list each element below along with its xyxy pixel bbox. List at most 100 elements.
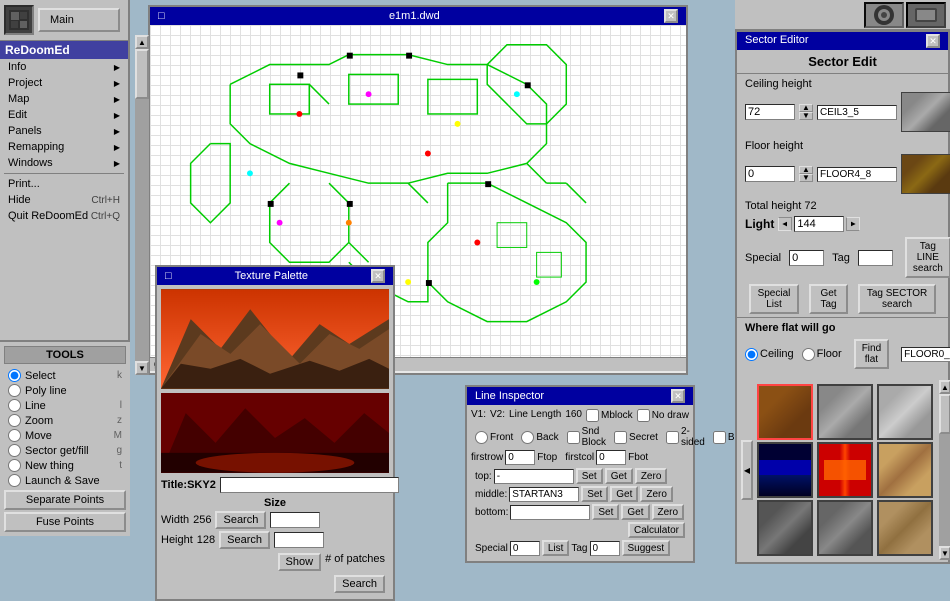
minimize-icon[interactable]: □ xyxy=(158,10,165,22)
main-search-button[interactable]: Search xyxy=(334,575,385,593)
scroll-thumb[interactable] xyxy=(939,394,950,434)
floor-texture-input[interactable] xyxy=(817,167,897,182)
menu-info[interactable]: Info ▶ xyxy=(0,59,128,75)
firstrow-input[interactable] xyxy=(505,450,535,465)
ceiling-down-btn[interactable]: ▼ xyxy=(799,112,813,120)
palette-minimize[interactable]: □ xyxy=(165,270,172,282)
scroll-up-btn[interactable]: ▲ xyxy=(939,380,950,394)
tool-move-radio[interactable] xyxy=(8,429,21,442)
special-sector-input[interactable] xyxy=(789,250,824,266)
height-search-input[interactable] xyxy=(274,532,324,548)
tool-newthing[interactable]: New thing t xyxy=(4,458,126,473)
top-set-button[interactable]: Set xyxy=(576,468,603,484)
list-button[interactable]: List xyxy=(542,540,570,556)
tool-polyline-radio[interactable] xyxy=(8,384,21,397)
light-value-input[interactable] xyxy=(794,216,844,232)
inspector-close-button[interactable]: ✕ xyxy=(671,389,685,403)
left-scroll-thumb[interactable] xyxy=(135,49,149,99)
width-search-input[interactable] xyxy=(270,512,320,528)
menu-panels[interactable]: Panels ▶ xyxy=(0,123,128,139)
block-checkbox[interactable] xyxy=(713,431,726,444)
menu-hide[interactable]: Hide Ctrl+H xyxy=(0,192,128,208)
back-radio[interactable] xyxy=(521,431,534,444)
ceiling-value-input[interactable] xyxy=(745,104,795,120)
map-close-button[interactable]: ✕ xyxy=(664,9,678,23)
tool-zoom-radio[interactable] xyxy=(8,414,21,427)
scroll-down-btn[interactable]: ▼ xyxy=(939,546,950,560)
width-search-button[interactable]: Search xyxy=(215,511,266,529)
menu-print[interactable]: Print... xyxy=(0,176,128,192)
texture-preview-top[interactable] xyxy=(161,289,389,389)
special-list-button[interactable]: Special List xyxy=(749,284,799,314)
texture-thumb-4[interactable] xyxy=(757,442,813,498)
texture-title-search[interactable] xyxy=(220,477,399,493)
ceiling-texture-input[interactable] xyxy=(817,105,897,120)
suggest-button[interactable]: Suggest xyxy=(622,540,671,556)
bottom-zero-button[interactable]: Zero xyxy=(652,504,685,520)
texture-thumb-8[interactable] xyxy=(817,500,873,556)
left-scroll-down[interactable]: ▼ xyxy=(135,361,149,375)
texture-thumb-9[interactable] xyxy=(877,500,933,556)
texture-thumb-3[interactable] xyxy=(877,384,933,440)
top-right-icon-2[interactable] xyxy=(906,2,946,28)
tool-select[interactable]: Select k xyxy=(4,368,126,383)
top-get-button[interactable]: Get xyxy=(605,468,633,484)
menu-map[interactable]: Map ▶ xyxy=(0,91,128,107)
scroll-left-btn[interactable]: ◀ xyxy=(741,380,753,560)
bottom-get-button[interactable]: Get xyxy=(621,504,649,520)
middle-set-button[interactable]: Set xyxy=(581,486,608,502)
mblock-checkbox[interactable] xyxy=(586,409,599,422)
menu-windows[interactable]: Windows ▶ xyxy=(0,155,128,171)
top-input[interactable] xyxy=(494,469,574,484)
menu-remapping[interactable]: Remapping ▶ xyxy=(0,139,128,155)
separate-points-button[interactable]: Separate Points xyxy=(4,490,126,510)
main-button[interactable]: Main xyxy=(38,8,120,32)
sector-editor-close[interactable]: ✕ xyxy=(926,34,940,48)
ceiling-radio[interactable] xyxy=(745,348,758,361)
left-scroll-up[interactable]: ▲ xyxy=(135,35,149,49)
firstcol-input[interactable] xyxy=(596,450,626,465)
texture-preview-bottom[interactable] xyxy=(161,393,389,473)
top-right-icon-1[interactable] xyxy=(864,2,904,28)
nodraw-checkbox[interactable] xyxy=(637,409,650,422)
texture-thumb-6[interactable] xyxy=(877,442,933,498)
tag-input[interactable] xyxy=(590,541,620,556)
palette-close-button[interactable]: ✕ xyxy=(371,269,385,283)
tool-zoom[interactable]: Zoom z xyxy=(4,413,126,428)
light-right-btn[interactable]: ▲ xyxy=(846,217,860,231)
show-button[interactable]: Show xyxy=(278,553,322,571)
height-search-button[interactable]: Search xyxy=(219,531,270,549)
bottom-set-button[interactable]: Set xyxy=(592,504,619,520)
menu-project[interactable]: Project ▶ xyxy=(0,75,128,91)
sndblock-checkbox[interactable] xyxy=(567,431,580,444)
tool-launch-radio[interactable] xyxy=(8,474,21,487)
tool-select-radio[interactable] xyxy=(8,369,21,382)
bottom-input[interactable] xyxy=(510,505,590,520)
floor-radio[interactable] xyxy=(802,348,815,361)
texture-thumb-7[interactable] xyxy=(757,500,813,556)
tag-sector-input[interactable] xyxy=(858,250,893,266)
floor-texture-preview[interactable] xyxy=(901,154,950,194)
texture-thumb-1[interactable] xyxy=(757,384,813,440)
menu-quit[interactable]: Quit ReDoomEd Ctrl+Q xyxy=(0,208,128,224)
tool-polyline[interactable]: Poly line xyxy=(4,383,126,398)
tag-sector-search-button[interactable]: Tag SECTOR search xyxy=(858,284,936,314)
flat-name-input[interactable] xyxy=(901,347,950,362)
top-zero-button[interactable]: Zero xyxy=(635,468,668,484)
floor-down-btn[interactable]: ▼ xyxy=(799,174,813,182)
tool-sector-radio[interactable] xyxy=(8,444,21,457)
front-radio[interactable] xyxy=(475,431,488,444)
fuse-points-button[interactable]: Fuse Points xyxy=(4,512,126,532)
tool-newthing-radio[interactable] xyxy=(8,459,21,472)
ceiling-texture-preview[interactable] xyxy=(901,92,950,132)
tool-line[interactable]: Line l xyxy=(4,398,126,413)
texture-thumb-2[interactable] xyxy=(817,384,873,440)
menu-edit[interactable]: Edit ▶ xyxy=(0,107,128,123)
tool-sector[interactable]: Sector get/fill g xyxy=(4,443,126,458)
special-input[interactable] xyxy=(510,541,540,556)
middle-zero-button[interactable]: Zero xyxy=(640,486,673,502)
light-left-btn[interactable]: ▲ xyxy=(778,217,792,231)
find-flat-button[interactable]: Find flat xyxy=(854,339,889,369)
tool-line-radio[interactable] xyxy=(8,399,21,412)
middle-input[interactable] xyxy=(509,487,579,502)
